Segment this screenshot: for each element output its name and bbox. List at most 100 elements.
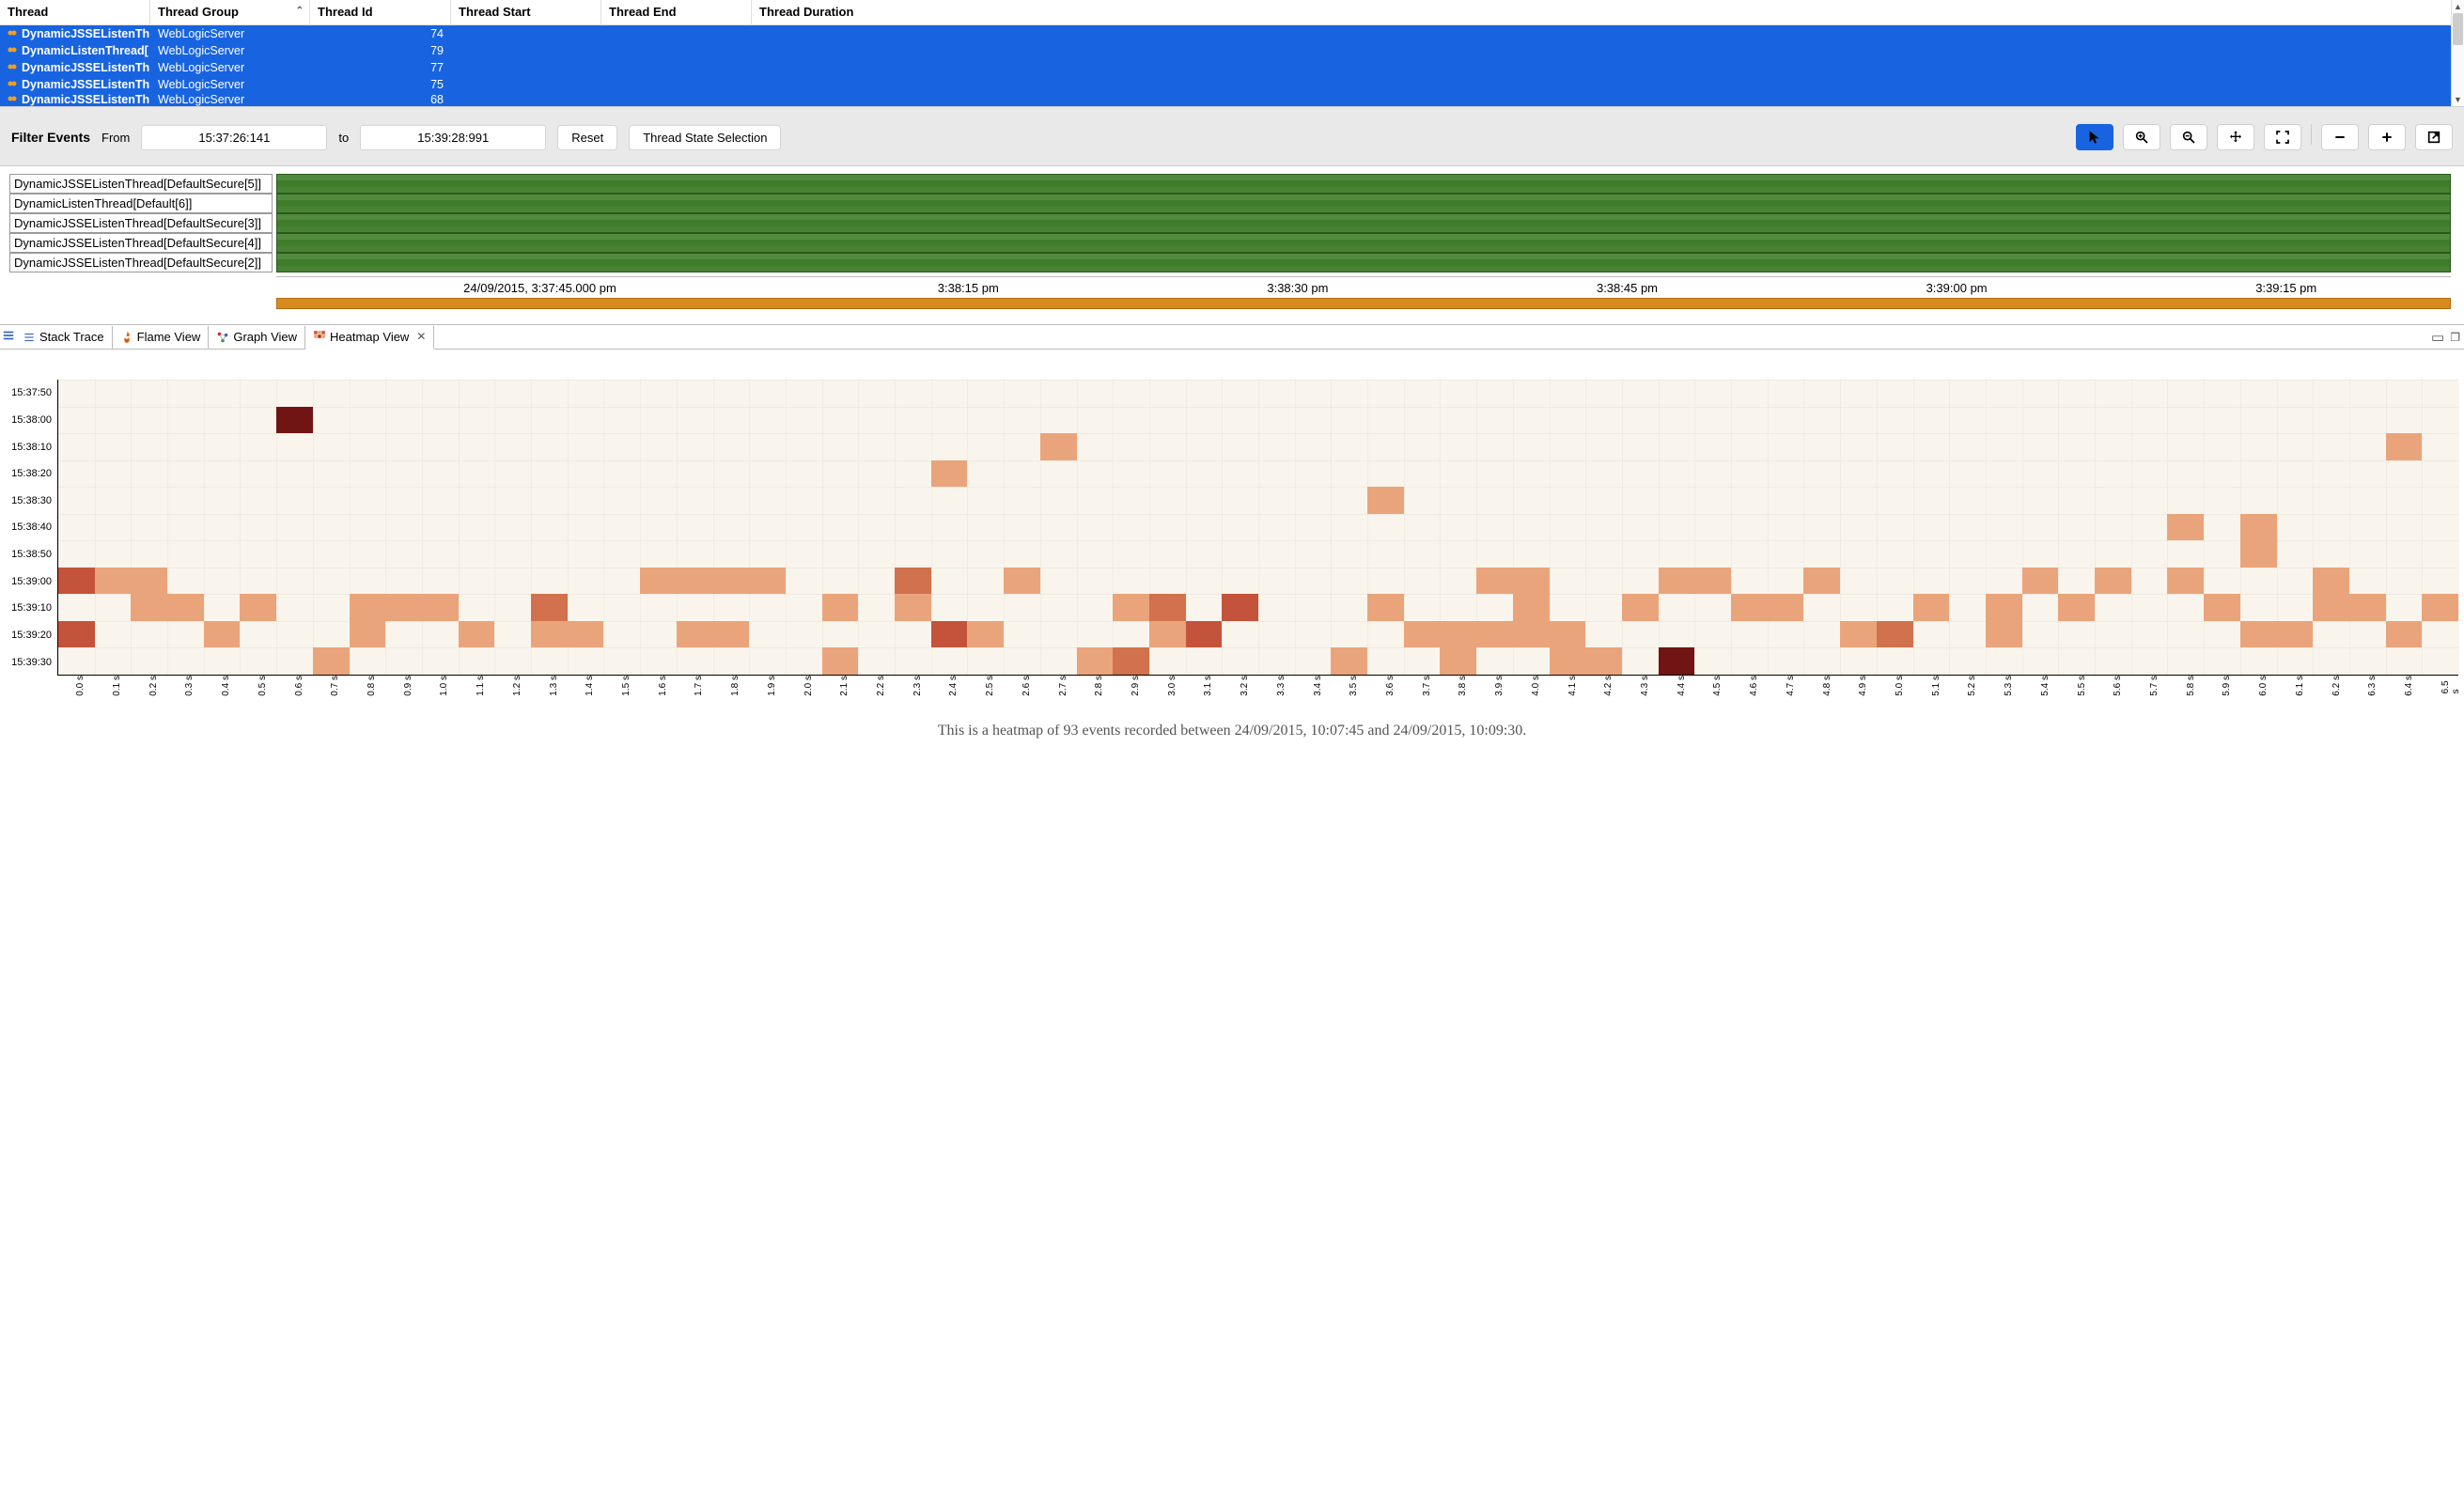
zoom-in-button[interactable] [2123,124,2160,150]
table-row[interactable]: DynamicJSSEListenThrWebLogicServer68 [0,93,2464,106]
heatmap-cell[interactable] [931,621,968,648]
table-row[interactable]: DynamicJSSEListenThrWebLogicServer74 [0,25,2464,42]
heatmap-cell[interactable] [1367,594,1404,621]
pan-button[interactable] [2217,124,2254,150]
heatmap-cell[interactable] [749,568,786,595]
heatmap-cell[interactable] [2386,433,2423,460]
heatmap-cell[interactable] [1513,621,1550,648]
heatmap-cell[interactable] [204,621,241,648]
heatmap-cell[interactable] [1222,594,1258,621]
heatmap-cell[interactable] [1040,433,1077,460]
heatmap-cell[interactable] [531,594,568,621]
heatmap-cell[interactable] [1149,594,1186,621]
heatmap-cell[interactable] [2204,594,2240,621]
heatmap-cell[interactable] [1440,647,1476,675]
heatmap-cell[interactable] [1476,568,1513,595]
timeline-state-bar[interactable] [276,174,2451,194]
to-time-input[interactable] [360,125,546,150]
heatmap-cell[interactable] [1986,621,2022,648]
maximize-view-icon[interactable]: ❐ [2450,331,2460,344]
heatmap-cell[interactable] [2022,568,2059,595]
timeline-row[interactable]: DynamicListenThread[Default[6]] [0,194,2464,213]
heatmap-cell[interactable] [1149,621,1186,648]
thread-state-selection-button[interactable]: Thread State Selection [629,125,781,150]
heatmap-cell[interactable] [313,647,350,675]
heatmap-cell[interactable] [2167,514,2204,541]
table-vertical-scrollbar[interactable]: ▲ ▼ [2451,0,2464,106]
heatmap-cell[interactable] [2349,594,2386,621]
heatmap-cell[interactable] [1585,647,1622,675]
heatmap-cell[interactable] [1913,594,1950,621]
tab-stack-trace[interactable]: Stack Trace [15,326,113,349]
heatmap-cell[interactable] [422,594,459,621]
heatmap-cell[interactable] [2167,568,2204,595]
heatmap-cell[interactable] [1367,487,1404,514]
heatmap-cell[interactable] [895,594,931,621]
heatmap-cell[interactable] [1659,647,1695,675]
heatmap-cell[interactable] [2240,514,2277,541]
timeline-row[interactable]: DynamicJSSEListenThread[DefaultSecure[2]… [0,253,2464,272]
timeline-row[interactable]: DynamicJSSEListenThread[DefaultSecure[5]… [0,174,2464,194]
heatmap-cell[interactable] [1877,621,1913,648]
table-row[interactable]: DynamicListenThread[WebLogicServer79 [0,42,2464,59]
timeline-state-bar[interactable] [276,253,2451,272]
heatmap-cell[interactable] [1803,568,1840,595]
heatmap-cell[interactable] [385,594,422,621]
heatmap-cell[interactable] [459,621,495,648]
heatmap-cell[interactable] [1986,594,2022,621]
heatmap-cell[interactable] [1768,594,1804,621]
heatmap-cell[interactable] [568,621,604,648]
table-row[interactable]: DynamicJSSEListenThrWebLogicServer77 [0,59,2464,76]
timeline-horizontal-scrollbar[interactable] [276,298,2451,309]
heatmap-cell[interactable] [1513,594,1550,621]
heatmap-cell[interactable] [931,460,968,488]
heatmap-cell[interactable] [1440,621,1476,648]
heatmap-cell[interactable] [2058,594,2095,621]
heatmap-cell[interactable] [1077,647,1114,675]
column-header[interactable]: Thread [0,0,150,24]
fit-screen-button[interactable] [2264,124,2301,150]
heatmap-grid[interactable] [57,380,2458,676]
plus-button[interactable] [2368,124,2406,150]
scroll-down-icon[interactable]: ▼ [2452,93,2464,106]
heatmap-cell[interactable] [95,568,132,595]
heatmap-cell[interactable] [1113,647,1149,675]
heatmap-cell[interactable] [1404,621,1441,648]
zoom-out-button[interactable] [2170,124,2207,150]
heatmap-cell[interactable] [131,594,167,621]
heatmap-cell[interactable] [1550,647,1586,675]
column-header[interactable]: Thread Start [451,0,601,24]
column-header[interactable]: Thread Duration [752,0,2464,24]
heatmap-cell[interactable] [131,568,167,595]
heatmap-cell[interactable] [2095,568,2131,595]
heatmap-cell[interactable] [167,594,204,621]
heatmap-cell[interactable] [1476,621,1513,648]
heatmap-cell[interactable] [276,407,313,434]
heatmap-cell[interactable] [531,621,568,648]
column-header[interactable]: Thread End [601,0,752,24]
heatmap-cell[interactable] [58,621,95,648]
heatmap-cell[interactable] [1004,568,1040,595]
heatmap-cell[interactable] [677,568,713,595]
heatmap-cell[interactable] [2313,568,2349,595]
pointer-tool-button[interactable] [2076,124,2113,150]
heatmap-cell[interactable] [1840,621,1877,648]
table-row[interactable]: DynamicJSSEListenThrWebLogicServer75 [0,76,2464,93]
reset-button[interactable]: Reset [557,125,617,150]
scroll-thumb[interactable] [2453,13,2463,45]
heatmap-cell[interactable] [350,621,386,648]
heatmap-cell[interactable] [1186,621,1223,648]
minus-button[interactable] [2321,124,2359,150]
timeline-row[interactable]: DynamicJSSEListenThread[DefaultSecure[3]… [0,213,2464,233]
heatmap-cell[interactable] [2277,621,2314,648]
heatmap-cell[interactable] [1731,594,1768,621]
tab-flame-view[interactable]: Flame View [113,326,210,349]
heatmap-cell[interactable] [350,594,386,621]
column-header[interactable]: Thread Group⌃ [150,0,310,24]
heatmap-cell[interactable] [1113,594,1149,621]
heatmap-cell[interactable] [2240,540,2277,568]
heatmap-cell[interactable] [713,621,750,648]
tab-menu-icon[interactable] [0,325,15,349]
heatmap-cell[interactable] [677,621,713,648]
heatmap-cell[interactable] [2422,594,2458,621]
